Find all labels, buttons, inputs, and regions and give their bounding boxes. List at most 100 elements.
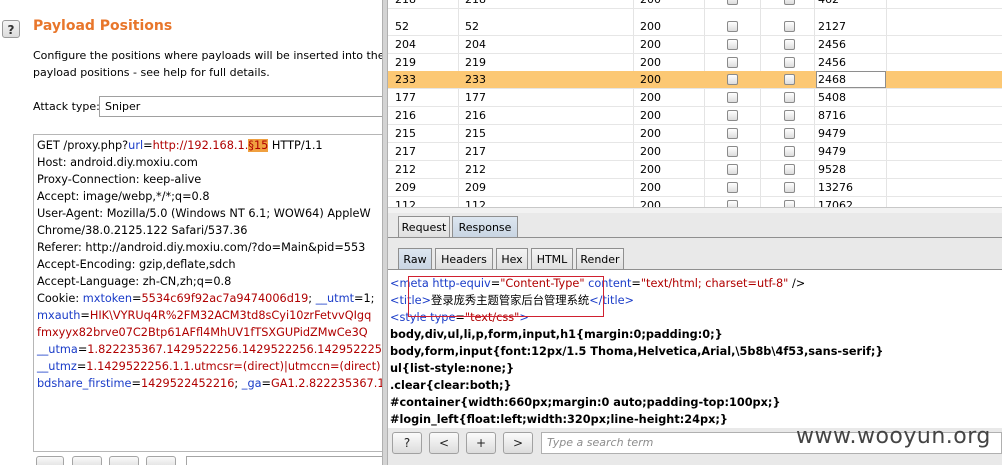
timeout-checkbox[interactable] bbox=[784, 57, 795, 68]
error-checkbox[interactable] bbox=[727, 146, 738, 157]
result-row[interactable]: 215 215 200 9479 bbox=[388, 125, 1002, 143]
request-line: GET /proxy.php?url=http://192.168.1.§15 … bbox=[37, 137, 388, 154]
request-text: ; bbox=[234, 377, 242, 390]
payload-positions-panel: ? Payload Positions Configure the positi… bbox=[0, 0, 388, 465]
status-cell: 200 bbox=[640, 20, 661, 33]
error-checkbox[interactable] bbox=[727, 200, 738, 207]
request-text: = bbox=[143, 139, 153, 152]
help-button[interactable]: ? bbox=[392, 432, 422, 454]
request-number-cell: 215 bbox=[395, 127, 416, 140]
timeout-checkbox[interactable] bbox=[784, 21, 795, 32]
timeout-checkbox[interactable] bbox=[784, 128, 795, 139]
tab-headers[interactable]: Headers bbox=[435, 248, 493, 270]
result-row[interactable]: 212 212 200 9528 bbox=[388, 161, 1002, 179]
result-row[interactable]: 233 233 200 2468 bbox=[388, 71, 1002, 89]
error-checkbox[interactable] bbox=[727, 21, 738, 32]
error-checkbox[interactable] bbox=[727, 110, 738, 121]
request-text: 1429522452216 bbox=[140, 377, 235, 390]
request-text: = bbox=[77, 343, 88, 356]
watermark: www.wooyun.org bbox=[796, 424, 991, 449]
length-cell: 2127 bbox=[818, 20, 846, 33]
request-number-cell: 177 bbox=[395, 91, 416, 104]
error-checkbox[interactable] bbox=[727, 57, 738, 68]
payload-cell: 216 bbox=[465, 109, 486, 122]
result-row[interactable]: 177 177 200 5408 bbox=[388, 89, 1002, 107]
timeout-checkbox[interactable] bbox=[784, 146, 795, 157]
status-cell: 200 bbox=[640, 109, 661, 122]
attack-type-label: Attack type: bbox=[33, 100, 100, 113]
add-button[interactable]: + bbox=[466, 432, 496, 454]
status-cell: 200 bbox=[640, 91, 661, 104]
tab-html[interactable]: HTML bbox=[531, 248, 573, 270]
description-line-2: payload positions - see help for full de… bbox=[33, 66, 270, 79]
error-checkbox[interactable] bbox=[727, 39, 738, 50]
timeout-checkbox[interactable] bbox=[784, 164, 795, 175]
timeout-checkbox[interactable] bbox=[784, 110, 795, 121]
response-css-line: ul{list-style:none;} bbox=[390, 362, 515, 375]
request-line: Proxy-Connection: keep-alive bbox=[37, 171, 388, 188]
response-css-line: #container{width:660px;margin:0 auto;pad… bbox=[390, 396, 781, 409]
tab-request[interactable]: Request bbox=[398, 216, 450, 238]
error-checkbox[interactable] bbox=[727, 92, 738, 103]
payload-cell: 112 bbox=[465, 199, 486, 207]
tab-response[interactable]: Response bbox=[452, 216, 518, 238]
timeout-checkbox[interactable] bbox=[784, 200, 795, 207]
result-row[interactable]: 217 217 200 9479 bbox=[388, 143, 1002, 161]
request-line: bdshare_firstime=1429522452216; _ga=GA1.… bbox=[37, 375, 388, 392]
result-row[interactable]: 219 219 200 2456 bbox=[388, 54, 1002, 72]
attack-type-select[interactable]: Sniper bbox=[99, 96, 388, 117]
result-row[interactable]: 218 218 200 462 bbox=[388, 0, 1002, 9]
response-token: /> bbox=[788, 277, 806, 290]
status-cell: 200 bbox=[640, 56, 661, 69]
error-checkbox[interactable] bbox=[727, 128, 738, 139]
request-text: =1; bbox=[354, 292, 375, 305]
request-number-cell: 209 bbox=[395, 181, 416, 194]
timeout-checkbox[interactable] bbox=[784, 74, 795, 85]
length-cell: 9479 bbox=[818, 145, 846, 158]
timeout-checkbox[interactable] bbox=[784, 0, 795, 5]
result-row[interactable]: 204 204 200 2456 bbox=[388, 36, 1002, 54]
response-css-line: .clear{clear:both;} bbox=[390, 379, 512, 392]
request-text: = bbox=[132, 292, 142, 305]
request-number-cell: 212 bbox=[395, 163, 416, 176]
response-raw-view[interactable]: <meta http-equiv="Content-Type" content=… bbox=[388, 270, 1002, 428]
length-cell: 17062 bbox=[818, 199, 853, 207]
request-template-editor[interactable]: GET /proxy.php?url=http://192.168.1.§15 … bbox=[33, 134, 388, 452]
request-number-cell: 204 bbox=[395, 38, 416, 51]
request-text: 1.1429522256.1.1.utmcsr=(direct)|utmccn=… bbox=[86, 360, 388, 373]
add-small-button[interactable] bbox=[109, 456, 139, 465]
error-checkbox[interactable] bbox=[727, 182, 738, 193]
tab-render[interactable]: Render bbox=[576, 248, 624, 270]
left-search-input[interactable] bbox=[186, 456, 386, 465]
request-line: mxauth=HIK\VYRUq4R%2FM32ACM3td8sCyi10zrF… bbox=[37, 307, 388, 324]
status-cell: 200 bbox=[640, 73, 661, 86]
payload-cell: 219 bbox=[465, 56, 486, 69]
results-window: 2182182004625252200212720420420024562192… bbox=[388, 0, 1002, 465]
request-text: url bbox=[128, 139, 144, 152]
request-text: mxauth bbox=[37, 309, 81, 322]
next-match-button[interactable]: > bbox=[503, 432, 533, 454]
result-row[interactable]: 216 216 200 8716 bbox=[388, 107, 1002, 125]
length-cell: 5408 bbox=[818, 91, 846, 104]
payload-cell: 209 bbox=[465, 181, 486, 194]
error-checkbox[interactable] bbox=[727, 74, 738, 85]
results-scrollbar[interactable] bbox=[388, 207, 1002, 213]
timeout-checkbox[interactable] bbox=[784, 182, 795, 193]
error-checkbox[interactable] bbox=[727, 164, 738, 175]
error-checkbox[interactable] bbox=[727, 0, 738, 5]
timeout-checkbox[interactable] bbox=[784, 39, 795, 50]
help-small-button[interactable] bbox=[36, 456, 64, 465]
previous-match-button[interactable]: < bbox=[429, 432, 459, 454]
next-small-button[interactable] bbox=[146, 456, 176, 465]
tab-strip-line bbox=[388, 237, 1002, 238]
tab-hex[interactable]: Hex bbox=[496, 248, 528, 270]
result-row[interactable]: 209 209 200 13276 bbox=[388, 179, 1002, 197]
timeout-checkbox[interactable] bbox=[784, 92, 795, 103]
result-row[interactable]: 52 52 200 2127 bbox=[388, 18, 1002, 36]
result-row[interactable]: 112 112 200 17062 bbox=[388, 197, 1002, 207]
help-button[interactable]: ? bbox=[2, 20, 20, 38]
prev-small-button[interactable] bbox=[72, 456, 102, 465]
tab-raw[interactable]: Raw bbox=[398, 248, 432, 270]
request-line: __utmz=1.1429522256.1.1.utmcsr=(direct)|… bbox=[37, 358, 388, 375]
request-number-cell: 219 bbox=[395, 56, 416, 69]
